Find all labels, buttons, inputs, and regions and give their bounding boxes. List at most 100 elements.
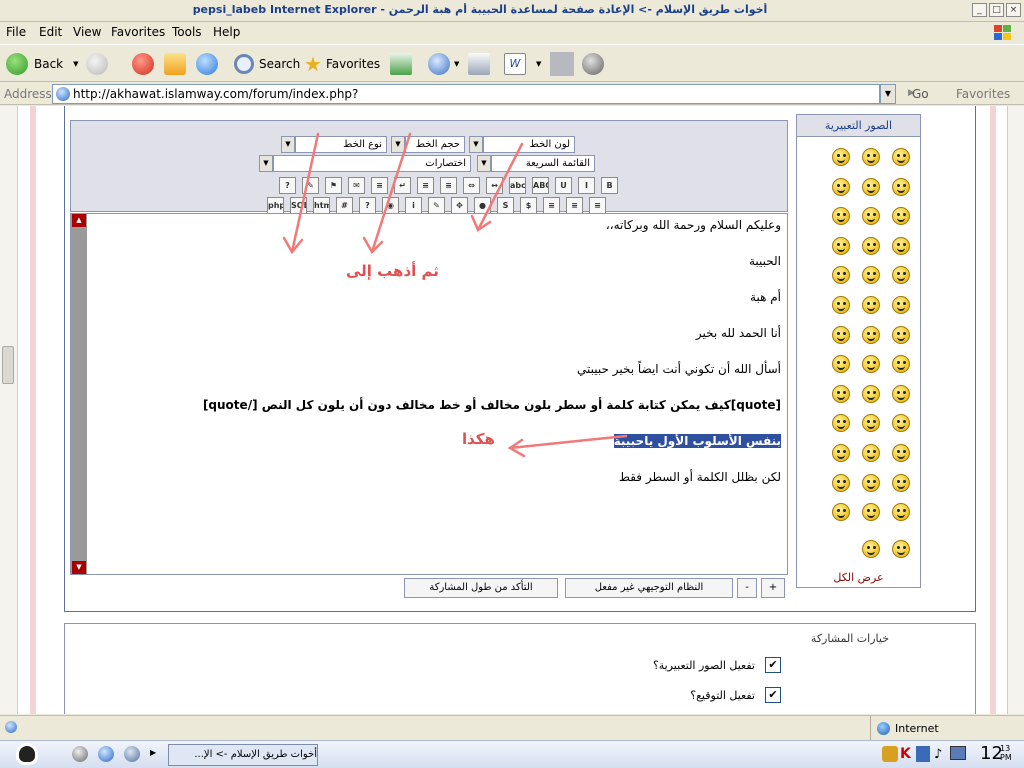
address-input[interactable]: http://akhawat.islamway.com/forum/index.… [52, 84, 880, 104]
smiley-icon[interactable] [832, 148, 850, 166]
edit-dropdown-icon[interactable]: ▼ [536, 60, 541, 68]
smiley-icon[interactable] [832, 414, 850, 433]
printer-icon [468, 53, 490, 75]
smiley-icon[interactable] [892, 384, 910, 403]
smiley-icon[interactable] [862, 177, 880, 196]
smiley-icon[interactable] [862, 266, 880, 285]
blank-toolbar-button[interactable] [550, 51, 574, 77]
smiley-icon[interactable] [832, 207, 850, 226]
enable-signature-checkbox[interactable]: ✔ [765, 687, 781, 703]
smiley-icon[interactable] [862, 148, 880, 166]
edit-button[interactable]: W ▼ [504, 51, 541, 77]
smiley-icon[interactable] [862, 236, 880, 255]
quicklaunch-ie-icon[interactable] [98, 746, 114, 762]
print-button[interactable] [468, 51, 490, 77]
favorites-link[interactable]: Favorites [956, 87, 1010, 101]
smiley-icon[interactable] [862, 473, 880, 492]
start-penguin-icon[interactable] [16, 743, 38, 765]
menu-tools[interactable]: Tools [172, 25, 202, 39]
smiley-icon[interactable] [832, 296, 850, 314]
menu-file[interactable]: File [6, 25, 26, 39]
mail-button[interactable]: ▼ [428, 51, 459, 77]
messenger-button[interactable] [582, 51, 604, 77]
check-length-button[interactable]: التأكد من طول المشاركة [404, 578, 558, 598]
smiley-icon[interactable] [892, 177, 910, 196]
refresh-button[interactable] [164, 51, 186, 77]
smiley-icon[interactable] [892, 266, 910, 285]
stop-button[interactable] [132, 51, 154, 77]
status-divider [870, 716, 871, 740]
tray-app-icon[interactable] [882, 746, 898, 762]
smiley-icon[interactable] [832, 473, 850, 492]
smiley-icon[interactable] [862, 296, 880, 314]
search-button[interactable]: Search [234, 51, 300, 77]
back-dropdown-icon[interactable]: ▼ [73, 60, 78, 68]
smiley-icon[interactable] [832, 503, 850, 522]
smiley-icon[interactable] [892, 503, 910, 522]
tray-kaspersky-icon[interactable]: K [900, 746, 911, 762]
title-bar: pepsi_labeb Internet Explorer - أخوات طر… [0, 0, 1024, 22]
search-icon [234, 54, 254, 74]
smiley-icon[interactable] [892, 148, 910, 166]
smiley-icon[interactable] [832, 355, 850, 374]
history-button[interactable] [390, 51, 412, 77]
close-button[interactable]: × [1006, 3, 1021, 17]
menu-edit[interactable]: Edit [39, 25, 62, 39]
smiley-icon[interactable] [892, 540, 910, 558]
arrow-font-type [290, 132, 320, 254]
smiley-icon[interactable] [862, 384, 880, 403]
smiley-icon[interactable] [862, 207, 880, 226]
taskbar-ie-window[interactable]: أخوات طريق الإسلام -> الإ... [168, 744, 318, 766]
smiley-icon[interactable] [862, 444, 880, 462]
back-button[interactable]: Back ▼ [6, 51, 79, 77]
smiley-icon[interactable] [862, 540, 880, 558]
minimize-button[interactable]: _ [972, 3, 987, 17]
menu-help[interactable]: Help [213, 25, 240, 39]
shrink-editor-button[interactable]: - [737, 578, 757, 598]
smiley-icon[interactable] [892, 414, 910, 433]
history-icon [390, 53, 412, 75]
smiley-icon[interactable] [832, 236, 850, 255]
mail-icon [428, 53, 450, 75]
smiley-icon[interactable] [892, 473, 910, 492]
smiley-icon[interactable] [832, 177, 850, 196]
home-button[interactable] [196, 51, 218, 77]
go-button[interactable]: Go [912, 87, 929, 101]
smiley-icon[interactable] [862, 355, 880, 374]
smiley-icon[interactable] [862, 414, 880, 433]
smiley-icon[interactable] [892, 207, 910, 226]
smiley-icon[interactable] [862, 325, 880, 344]
enable-smilies-checkbox[interactable]: ✔ [765, 657, 781, 673]
quicklaunch-messenger-icon[interactable] [72, 746, 88, 762]
address-dropdown-button[interactable]: ▼ [880, 84, 896, 104]
tray-volume-icon[interactable]: ♪ [934, 747, 942, 762]
smiley-icon[interactable] [832, 384, 850, 403]
mail-dropdown-icon[interactable]: ▼ [454, 60, 459, 68]
quicklaunch-outlook-icon[interactable] [124, 746, 140, 762]
forward-button[interactable] [86, 51, 108, 77]
forward-arrow-icon [86, 53, 108, 75]
refresh-icon [164, 53, 186, 75]
smilies-panel: الصور التعبيرية عرض الكل [796, 114, 921, 588]
menu-view[interactable]: View [73, 25, 101, 39]
guided-mode-button[interactable]: النظام التوجيهي غير مفعل [565, 578, 733, 598]
smiley-icon[interactable] [892, 296, 910, 314]
smiley-icon[interactable] [892, 444, 910, 462]
smiley-icon[interactable] [832, 444, 850, 462]
favorites-button[interactable]: ★ Favorites [304, 51, 380, 77]
menu-favorites[interactable]: Favorites [111, 25, 165, 39]
smiley-icon[interactable] [892, 236, 910, 255]
smiley-icon[interactable] [832, 325, 850, 344]
smiley-icon[interactable] [892, 355, 910, 374]
maximize-button[interactable]: □ [989, 3, 1004, 17]
tray-network-icon[interactable] [916, 746, 930, 762]
quicklaunch-more-icon[interactable]: ▶ [150, 748, 156, 757]
smiley-icon[interactable] [862, 503, 880, 522]
posting-options-panel: خيارات المشاركة ✔ تفعيل الصور التعبيرية؟… [64, 623, 976, 714]
smiley-icon[interactable] [892, 325, 910, 344]
blank-icon [550, 52, 574, 76]
show-all-smilies-link[interactable]: عرض الكل [797, 571, 920, 584]
tray-monitor-icon[interactable] [950, 746, 966, 760]
smiley-icon[interactable] [832, 266, 850, 285]
grow-editor-button[interactable]: + [761, 578, 785, 598]
